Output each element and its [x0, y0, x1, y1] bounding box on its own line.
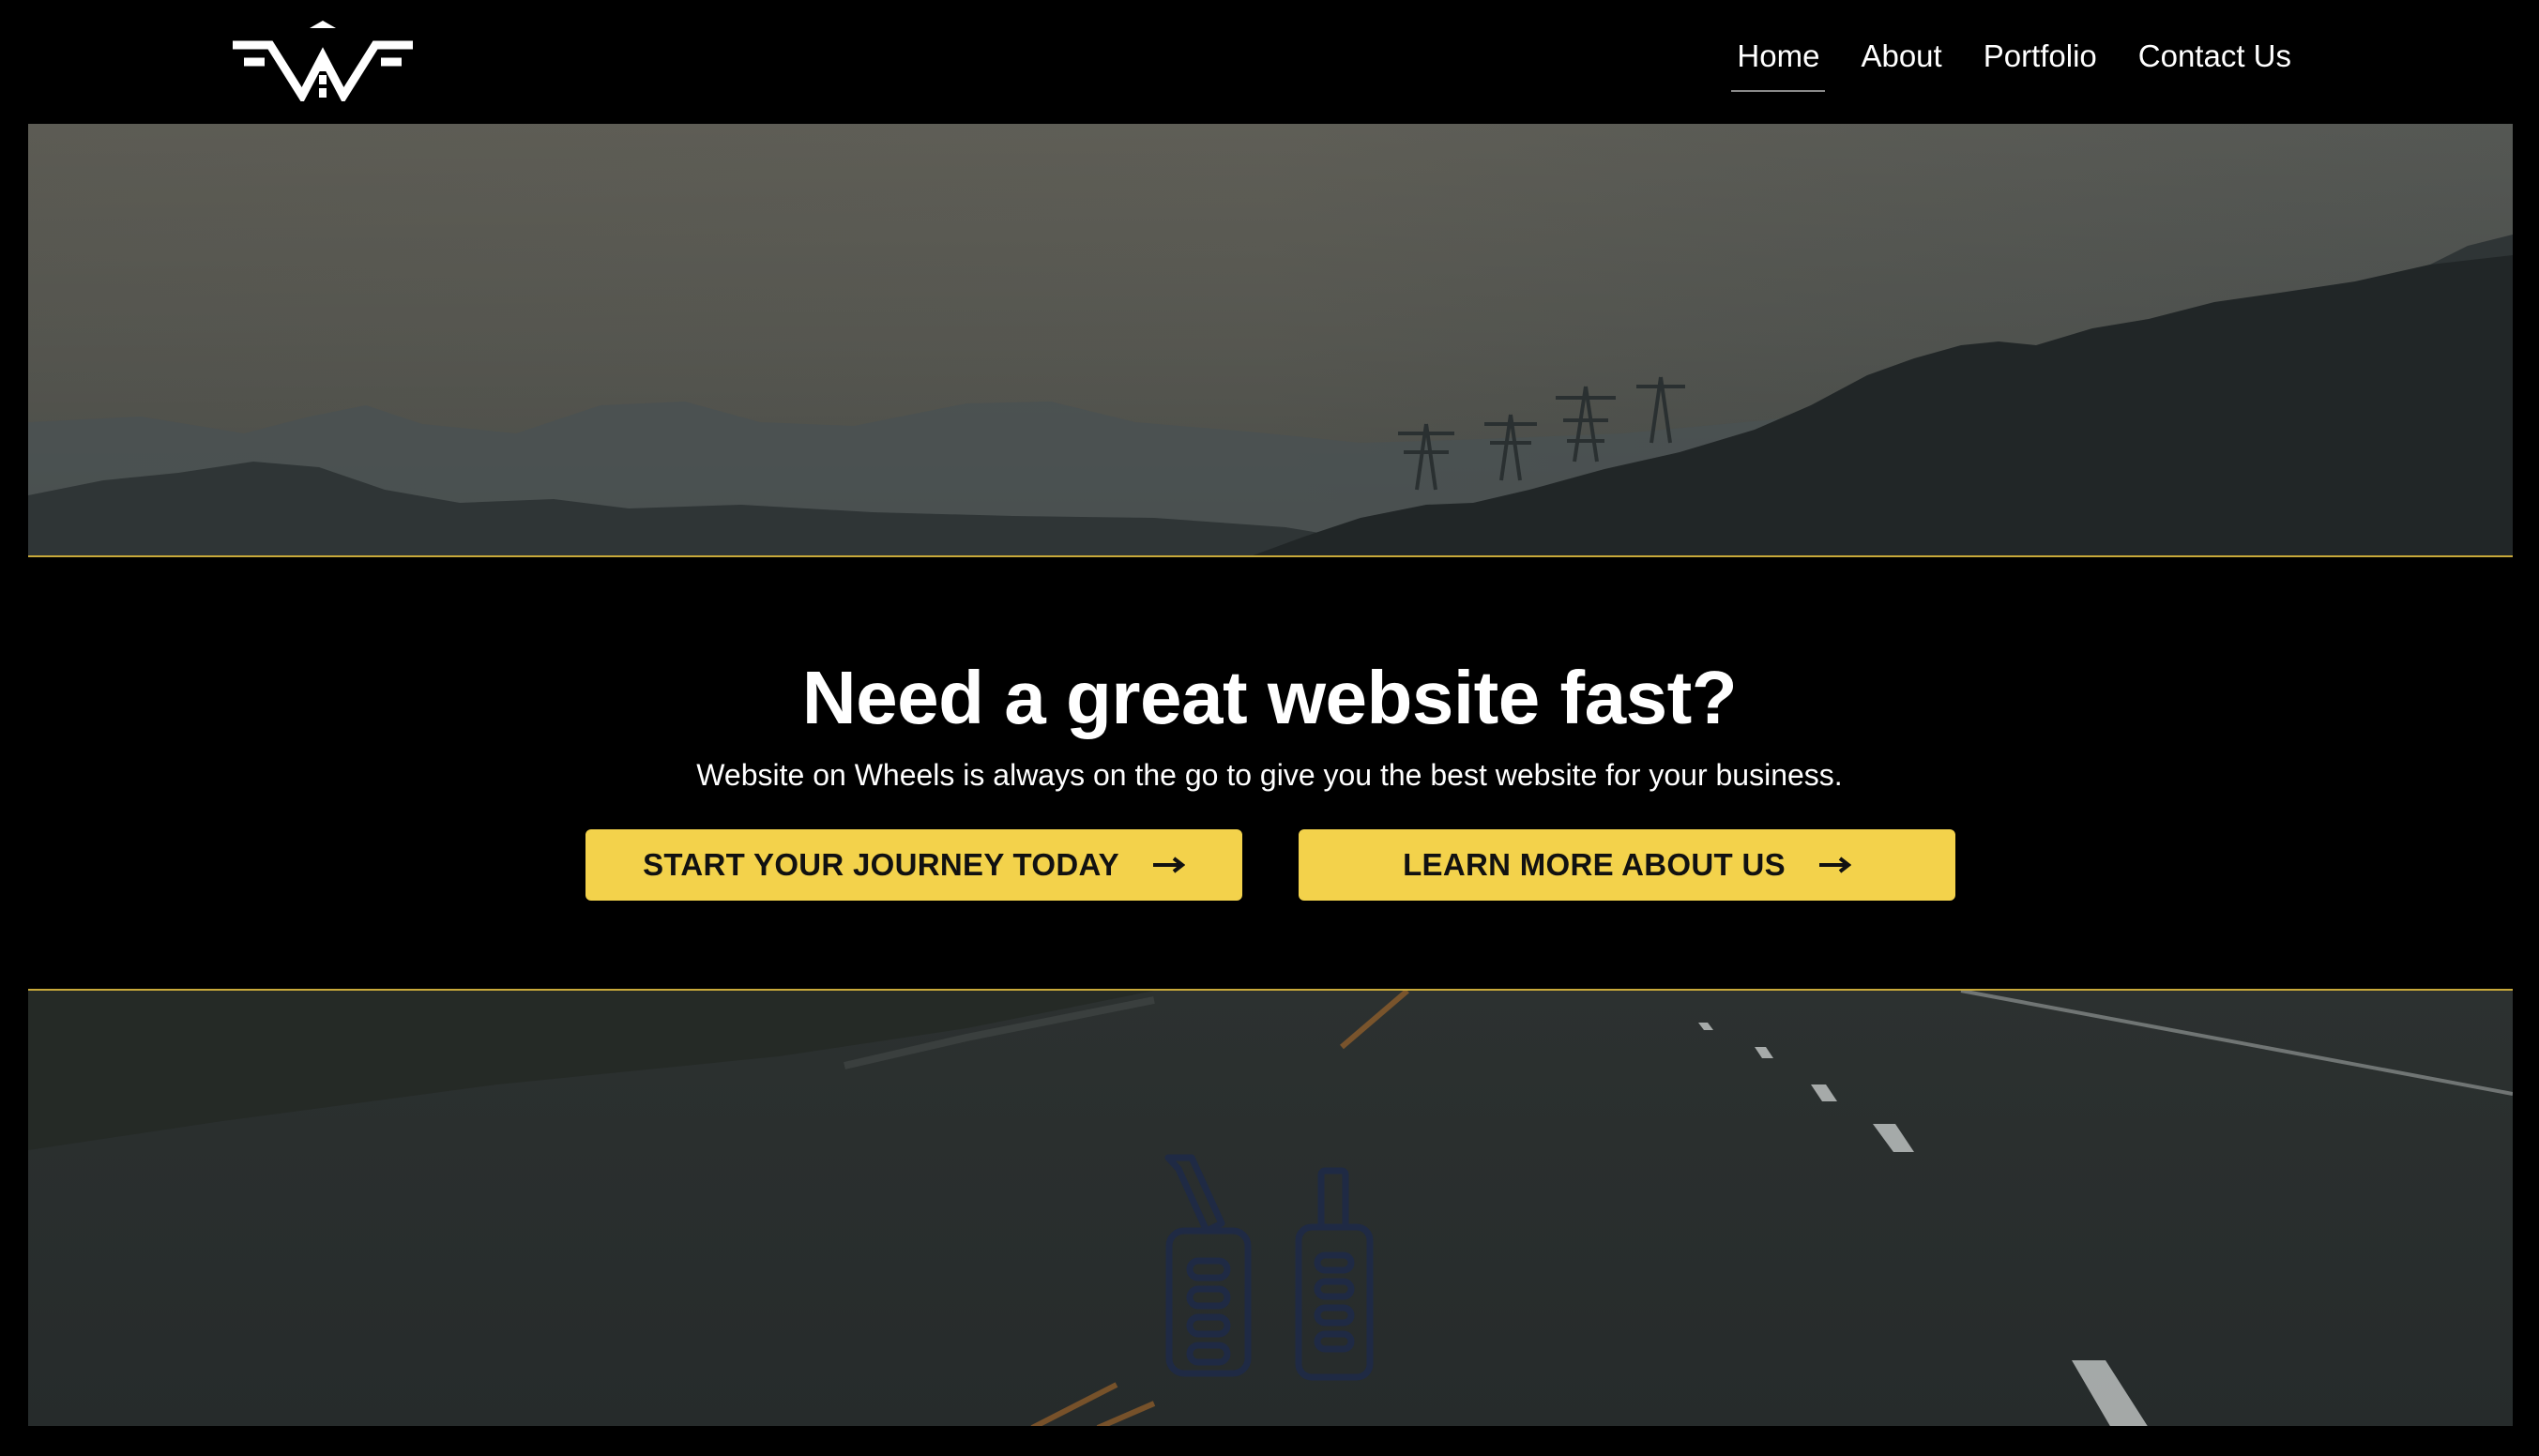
page-title: Need a great website fast?: [801, 656, 1738, 739]
learn-more-button[interactable]: LEARN MORE ABOUT US: [1299, 829, 1955, 901]
nav-about[interactable]: About: [1855, 34, 1947, 92]
learn-more-label: LEARN MORE ABOUT US: [1403, 847, 1786, 882]
arrow-right-icon: [1152, 857, 1185, 873]
nav-home[interactable]: Home: [1731, 34, 1826, 92]
start-journey-label: START YOUR JOURNEY TODAY: [643, 847, 1119, 882]
nav-contact-us[interactable]: Contact Us: [2133, 34, 2297, 92]
arrow-right-icon: [1818, 857, 1851, 873]
logo[interactable]: [229, 19, 417, 105]
hero-image-road: [28, 989, 2513, 1426]
start-journey-button[interactable]: START YOUR JOURNEY TODAY: [585, 829, 1242, 901]
page-subtitle: Website on Wheels is always on the go to…: [696, 758, 1843, 792]
main-nav: Home About Portfolio Contact Us: [1701, 34, 2297, 92]
site-header: Home About Portfolio Contact Us: [0, 0, 2539, 124]
nav-portfolio[interactable]: Portfolio: [1978, 34, 2103, 92]
wow-logo-icon: [233, 21, 413, 105]
cta-section: Need a great website fast? Website on Wh…: [0, 559, 2539, 987]
hero-image-mountains: [28, 124, 2513, 557]
